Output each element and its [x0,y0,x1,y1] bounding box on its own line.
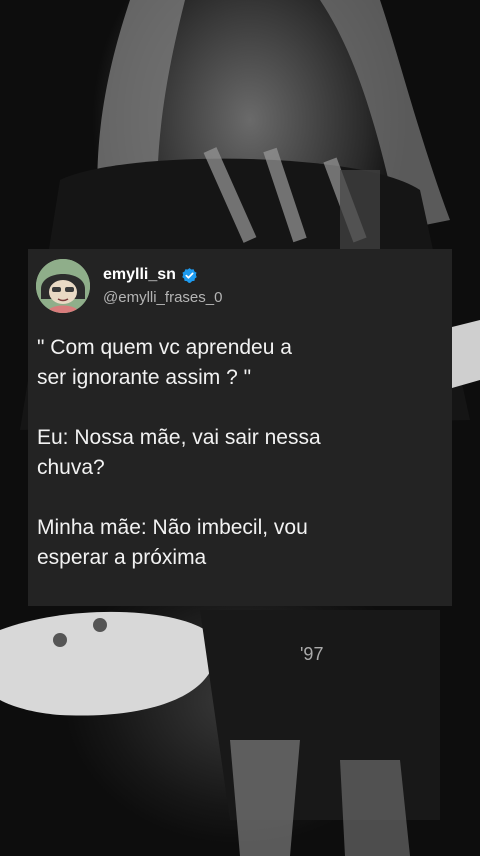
tweet-line: Eu: Nossa mãe, vai sair nessa [37,426,321,449]
tweet-line: " Com quem vc aprendeu a [37,336,292,359]
user-names: emylli_sn @emylli_frases_0 [103,265,222,307]
tweet-header: emylli_sn @emylli_frases_0 [36,257,442,315]
avatar[interactable] [36,259,90,313]
tweet-line: ser ignorante assim ? " [37,366,252,389]
user-handle[interactable]: @emylli_frases_0 [103,288,222,307]
tweet-card: emylli_sn @emylli_frases_0 " Com quem vc… [28,249,452,606]
tweet-line: esperar a próxima [37,546,207,569]
tweet-text: " Com quem vc aprendeu a ser ignorante a… [36,333,442,573]
tweet-line: chuva? [37,456,105,479]
svg-text:'97: '97 [300,644,323,664]
tweet-line: Minha mãe: Não imbecil, vou [37,516,308,539]
name-row: emylli_sn [103,265,222,285]
verified-badge-icon [181,267,198,284]
display-name[interactable]: emylli_sn [103,265,176,285]
